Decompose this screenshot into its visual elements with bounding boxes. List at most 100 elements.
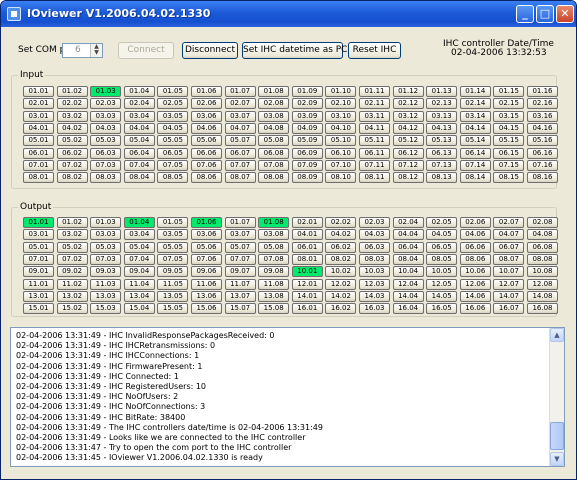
output-cell[interactable]: 08.07 [493, 253, 525, 265]
scroll-thumb[interactable] [550, 422, 564, 450]
output-cell[interactable]: 15.05 [157, 303, 189, 315]
output-cell[interactable]: 01.05 [157, 217, 189, 228]
output-cell[interactable]: 03.07 [224, 229, 256, 241]
input-cell[interactable]: 07.16 [527, 159, 558, 171]
input-cell[interactable]: 02.04 [123, 98, 155, 110]
input-cell[interactable]: 08.04 [123, 172, 155, 184]
output-cell[interactable]: 11.06 [191, 278, 222, 290]
set-datetime-button[interactable]: Set IHC datetime as PC [242, 42, 347, 59]
input-cell[interactable]: 07.12 [392, 159, 424, 171]
input-cell[interactable]: 01.12 [392, 86, 424, 97]
input-cell[interactable]: 08.16 [527, 172, 558, 184]
input-cell[interactable]: 06.04 [123, 147, 155, 159]
output-cell[interactable]: 05.01 [23, 241, 54, 253]
output-cell[interactable]: 12.03 [359, 278, 390, 290]
input-cell[interactable]: 01.01 [23, 86, 54, 97]
input-cell[interactable]: 04.04 [123, 122, 155, 134]
input-cell[interactable]: 06.02 [56, 147, 88, 159]
output-cell[interactable]: 14.04 [392, 290, 424, 302]
input-cell[interactable]: 01.10 [325, 86, 357, 97]
output-cell[interactable]: 11.05 [157, 278, 189, 290]
input-cell[interactable]: 08.01 [23, 172, 54, 184]
spin-arrows[interactable]: ▲ ▼ [90, 44, 102, 57]
output-cell[interactable]: 07.01 [23, 253, 54, 265]
disconnect-button[interactable]: Disconnect [182, 42, 238, 59]
input-cell[interactable]: 04.15 [493, 122, 525, 134]
input-cell[interactable]: 07.05 [157, 159, 189, 171]
input-cell[interactable]: 07.13 [426, 159, 458, 171]
input-cell[interactable]: 04.06 [191, 122, 222, 134]
input-cell[interactable]: 04.16 [527, 122, 558, 134]
output-cell[interactable]: 10.03 [359, 266, 390, 278]
output-cell[interactable]: 15.03 [90, 303, 122, 315]
output-cell[interactable]: 12.02 [325, 278, 357, 290]
input-cell[interactable]: 06.10 [325, 147, 357, 159]
output-cell[interactable]: 05.06 [191, 241, 222, 253]
input-cell[interactable]: 06.16 [527, 147, 558, 159]
output-cell[interactable]: 02.05 [426, 217, 458, 228]
output-cell[interactable]: 04.02 [325, 229, 357, 241]
input-cell[interactable]: 05.14 [459, 135, 491, 147]
input-cell[interactable]: 02.01 [23, 98, 54, 110]
input-cell[interactable]: 07.06 [191, 159, 222, 171]
title-bar[interactable]: IOviewer V1.2006.04.02.1330 _ □ ✕ [1, 1, 576, 27]
output-cell[interactable]: 07.05 [157, 253, 189, 265]
output-cell[interactable]: 07.07 [224, 253, 256, 265]
output-cell[interactable]: 01.06 [191, 217, 222, 228]
minimize-button[interactable]: _ [516, 5, 534, 23]
input-cell[interactable]: 05.06 [191, 135, 222, 147]
input-cell[interactable]: 03.06 [191, 110, 222, 122]
output-cell[interactable]: 05.04 [123, 241, 155, 253]
output-cell[interactable]: 13.01 [23, 290, 54, 302]
output-cell[interactable]: 15.08 [258, 303, 290, 315]
output-cell[interactable]: 06.01 [291, 241, 323, 253]
output-cell[interactable]: 04.01 [291, 229, 323, 241]
input-cell[interactable]: 01.09 [291, 86, 323, 97]
input-cell[interactable]: 06.08 [258, 147, 290, 159]
input-cell[interactable]: 02.15 [493, 98, 525, 110]
input-cell[interactable]: 03.04 [123, 110, 155, 122]
input-cell[interactable]: 03.07 [224, 110, 256, 122]
output-cell[interactable]: 08.06 [459, 253, 491, 265]
output-cell[interactable]: 02.06 [459, 217, 491, 228]
input-cell[interactable]: 01.03 [90, 86, 122, 97]
output-cell[interactable]: 03.08 [258, 229, 290, 241]
output-cell[interactable]: 13.07 [224, 290, 256, 302]
output-cell[interactable]: 15.07 [224, 303, 256, 315]
output-cell[interactable]: 08.03 [359, 253, 390, 265]
output-cell[interactable]: 02.02 [325, 217, 357, 228]
input-cell[interactable]: 07.14 [459, 159, 491, 171]
output-cell[interactable]: 09.05 [157, 266, 189, 278]
input-cell[interactable]: 03.16 [527, 110, 558, 122]
input-cell[interactable]: 07.09 [291, 159, 323, 171]
output-cell[interactable]: 07.08 [258, 253, 290, 265]
input-cell[interactable]: 06.12 [392, 147, 424, 159]
output-cell[interactable]: 13.06 [191, 290, 222, 302]
output-cell[interactable]: 05.08 [258, 241, 290, 253]
input-cell[interactable]: 03.14 [459, 110, 491, 122]
input-cell[interactable]: 03.05 [157, 110, 189, 122]
input-cell[interactable]: 04.14 [459, 122, 491, 134]
input-cell[interactable]: 05.07 [224, 135, 256, 147]
input-cell[interactable]: 03.03 [90, 110, 122, 122]
output-cell[interactable]: 07.04 [123, 253, 155, 265]
input-cell[interactable]: 08.13 [426, 172, 458, 184]
input-cell[interactable]: 06.07 [224, 147, 256, 159]
output-cell[interactable]: 14.03 [359, 290, 390, 302]
input-cell[interactable]: 08.03 [90, 172, 122, 184]
output-cell[interactable]: 10.02 [325, 266, 357, 278]
output-cell[interactable]: 11.04 [123, 278, 155, 290]
output-cell[interactable]: 02.03 [359, 217, 390, 228]
input-cell[interactable]: 07.01 [23, 159, 54, 171]
input-cell[interactable]: 02.05 [157, 98, 189, 110]
input-cell[interactable]: 07.07 [224, 159, 256, 171]
output-cell[interactable]: 16.06 [459, 303, 491, 315]
input-cell[interactable]: 07.04 [123, 159, 155, 171]
input-cell[interactable]: 04.03 [90, 122, 122, 134]
output-cell[interactable]: 11.07 [224, 278, 256, 290]
input-cell[interactable]: 03.10 [325, 110, 357, 122]
output-cell[interactable]: 01.07 [224, 217, 256, 228]
output-cell[interactable]: 07.03 [90, 253, 122, 265]
output-cell[interactable]: 13.05 [157, 290, 189, 302]
input-cell[interactable]: 07.02 [56, 159, 88, 171]
